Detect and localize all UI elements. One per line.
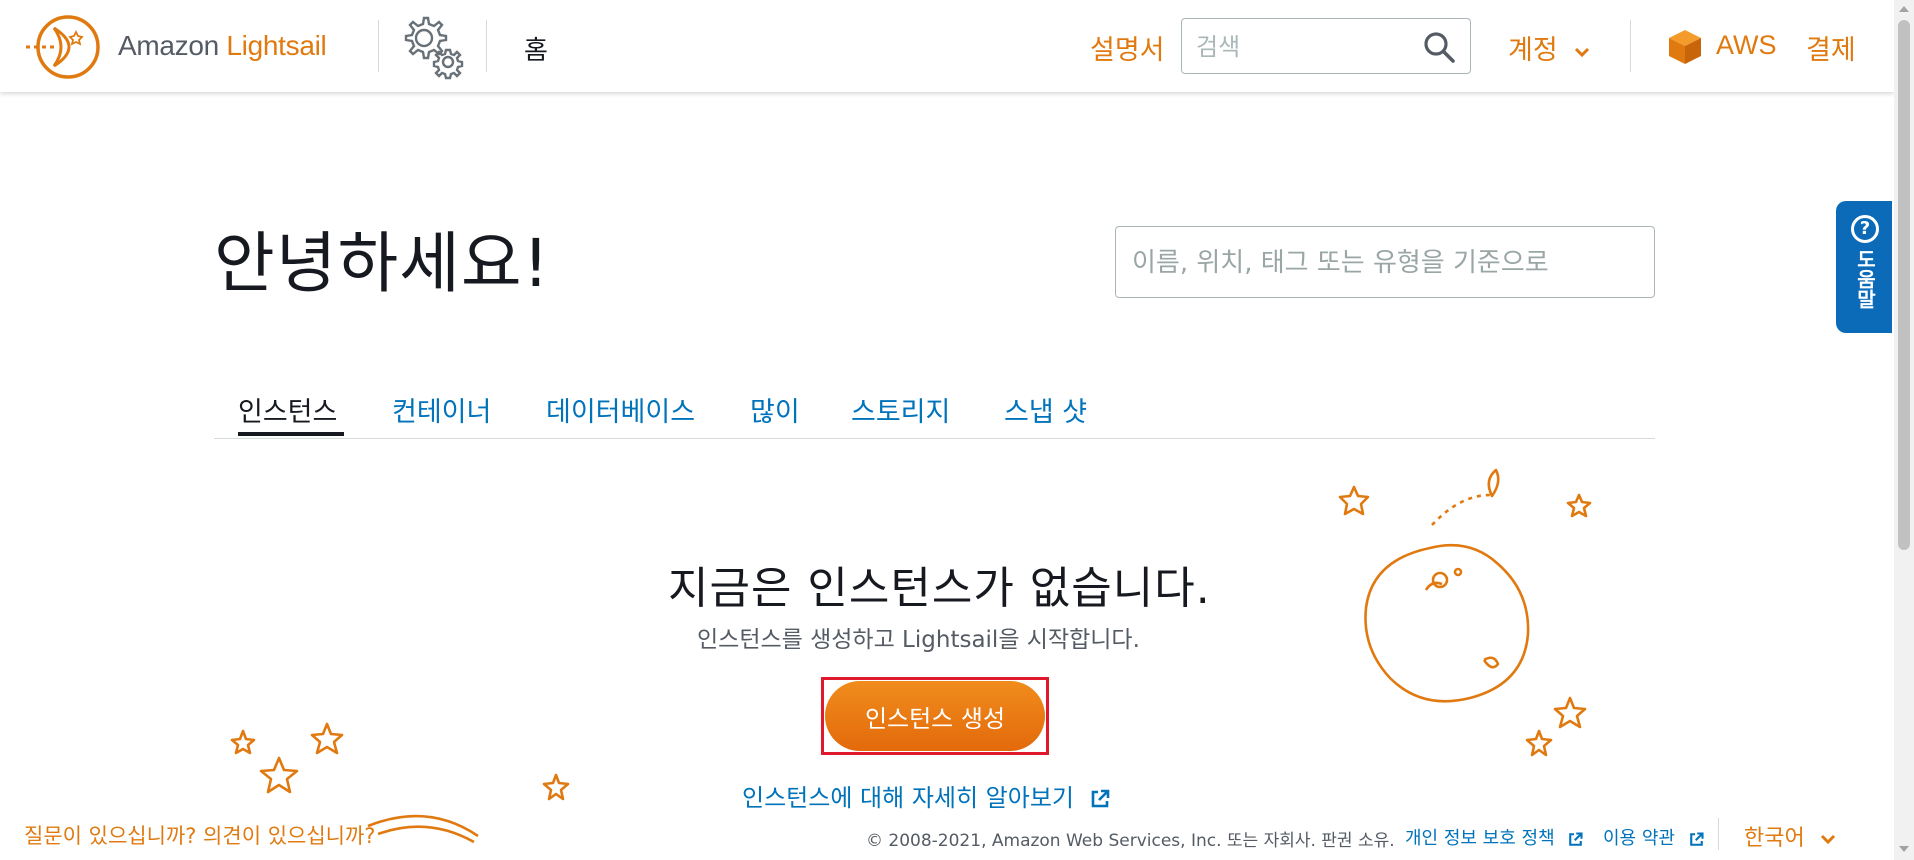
chevron-down-icon (1820, 834, 1835, 845)
search-input[interactable] (1194, 29, 1418, 65)
tab-snapshots[interactable]: 스냅 샷 (1004, 390, 1087, 429)
tab-networking[interactable]: 많이 (750, 390, 800, 429)
resource-filter-box (1115, 226, 1655, 298)
star-icon (1553, 696, 1587, 729)
terms-of-use-link[interactable]: 이용 약관 (1603, 824, 1704, 850)
help-label: 도움말 (1853, 249, 1877, 309)
page-scrollbar[interactable] (1894, 0, 1914, 860)
terms-label: 이용 약관 (1603, 828, 1675, 849)
active-tab-indicator (238, 432, 344, 436)
star-icon (1566, 493, 1592, 518)
search-icon[interactable] (1422, 30, 1456, 64)
brand-name[interactable]: Amazon Lightsail (118, 30, 327, 62)
learn-more-link[interactable]: 인스턴스에 대해 자세히 알아보기 (742, 778, 1110, 813)
empty-state-subtitle: 인스턴스를 생성하고 Lightsail을 시작합니다. (697, 627, 1140, 653)
external-link-icon (1569, 831, 1583, 846)
language-selector[interactable]: 한국어 (1744, 820, 1836, 852)
planet-icon (1364, 544, 1530, 703)
search-box (1181, 18, 1471, 74)
nav-divider (378, 20, 379, 72)
tab-storage[interactable]: 스토리지 (851, 390, 950, 429)
nav-divider (1630, 20, 1631, 72)
star-icon (542, 773, 570, 801)
account-label: 계정 (1508, 35, 1558, 66)
documentation-link[interactable]: 설명서 (1090, 28, 1165, 67)
tab-containers[interactable]: 컨테이너 (392, 390, 491, 429)
help-icon: ? (1851, 215, 1879, 243)
resource-tabs: 인스턴스 컨테이너 데이터베이스 많이 스토리지 스냅 샷 (214, 380, 1655, 439)
billing-link[interactable]: 결제 (1806, 28, 1856, 67)
page-greeting: 안녕하세요! (214, 225, 551, 302)
top-navigation-bar: Amazon Lightsail 홈 설명서 계정 AWS 결제 (0, 0, 1894, 92)
copyright-text: © 2008-2021, Amazon Web Services, Inc. 또… (866, 831, 1395, 851)
star-icon (230, 729, 256, 755)
privacy-policy-link[interactable]: 개인 정보 보호 정책 (1405, 824, 1583, 850)
tab-instances[interactable]: 인스턴스 (238, 390, 337, 429)
create-instance-button[interactable]: 인스턴스 생성 (825, 681, 1045, 751)
scroll-down-arrow-icon[interactable] (1899, 846, 1909, 852)
external-link-icon (1091, 789, 1109, 808)
feedback-link[interactable]: 질문이 있으십니까? 의견이 있으십니까? (24, 820, 375, 850)
home-link[interactable]: 홈 (524, 30, 548, 67)
privacy-label: 개인 정보 보호 정책 (1405, 828, 1555, 849)
aws-cube-icon (1669, 30, 1701, 64)
resource-filter-input[interactable] (1130, 243, 1634, 283)
external-link-icon (1689, 831, 1704, 846)
empty-state-title: 지금은 인스턴스가 없습니다. (668, 563, 1211, 614)
language-label: 한국어 (1744, 826, 1805, 851)
gear-icon[interactable] (396, 10, 468, 82)
aws-label: AWS (1716, 30, 1777, 60)
help-panel-tab[interactable]: ? 도움말 (1836, 201, 1892, 333)
tab-databases[interactable]: 데이터베이스 (546, 390, 695, 429)
star-icon (310, 722, 344, 755)
star-icon (259, 756, 299, 794)
footer-divider (1718, 818, 1719, 850)
star-icon (1338, 485, 1370, 516)
nav-divider (486, 20, 487, 72)
account-menu[interactable]: 계정 (1508, 28, 1590, 67)
scroll-up-arrow-icon[interactable] (1899, 6, 1909, 12)
scrollbar-thumb[interactable] (1898, 20, 1910, 550)
chevron-down-icon (1575, 47, 1590, 57)
learn-more-label: 인스턴스에 대해 자세히 알아보기 (742, 784, 1075, 812)
lightsail-logo-icon[interactable] (24, 14, 104, 80)
star-icon (1525, 729, 1553, 757)
